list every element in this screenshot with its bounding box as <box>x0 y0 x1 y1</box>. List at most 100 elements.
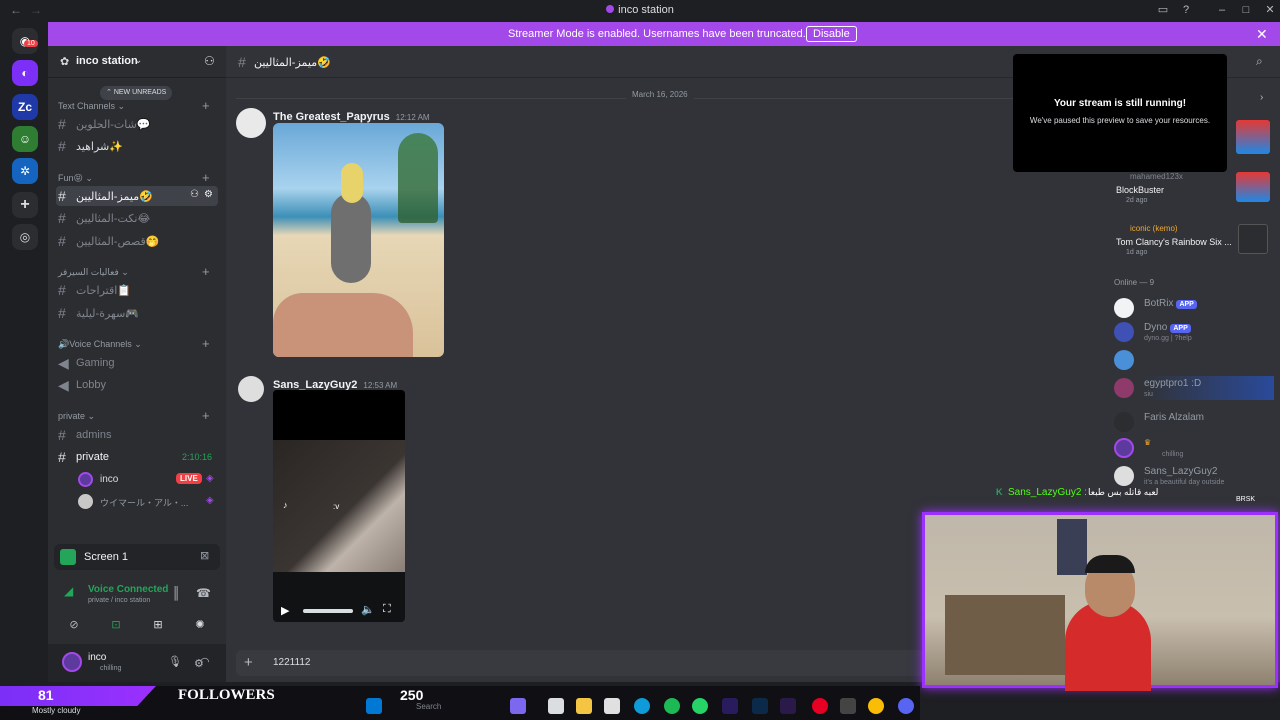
avatar[interactable] <box>236 108 266 138</box>
fullscreen-icon[interactable]: ⛶ <box>383 603 391 616</box>
taskbar-search[interactable]: Search <box>416 702 441 711</box>
avatar[interactable] <box>62 652 82 672</box>
share-screen-icon[interactable]: ⊡ <box>98 614 134 636</box>
discover-icon[interactable]: ◎ <box>12 224 38 250</box>
member-item[interactable]: egyptpro1 :D siu <box>1114 376 1280 404</box>
tiktok-icon: ♪ <box>283 500 288 510</box>
server-icon-zc[interactable]: Zc <box>12 94 38 120</box>
noise-suppression-icon[interactable]: ║ <box>172 586 181 600</box>
chevron-down-icon: ⌄ <box>134 55 143 66</box>
minimize-icon[interactable]: – <box>1214 3 1230 17</box>
server-icon-inco[interactable]: ◐ <box>12 60 38 86</box>
spotify-icon[interactable] <box>664 698 680 714</box>
disconnect-icon[interactable]: ☎ <box>196 586 211 600</box>
settings-gear-icon[interactable]: ⚙ <box>194 657 204 670</box>
add-attachment-icon[interactable]: + <box>244 654 253 671</box>
arrow-up-icon: ⌃ <box>106 89 114 96</box>
title-bar: ← → inco station ▭ ? – □ ✕ <box>0 0 1280 21</box>
inbox-icon[interactable]: ▭ <box>1155 3 1171 17</box>
member-item[interactable]: ♛ chilling <box>1114 436 1280 464</box>
add-member-icon[interactable]: ⚇ <box>190 189 199 200</box>
server-header[interactable]: ✿ inco station ⌄ ⚇ <box>48 46 226 78</box>
premiere-icon[interactable] <box>722 698 738 714</box>
volume-icon[interactable]: 🔈 <box>361 603 375 616</box>
category-arabic[interactable]: فعاليات السيرفر ⌄ <box>58 267 129 278</box>
activities-icon[interactable]: ⊞ <box>140 614 176 636</box>
calculator-icon[interactable] <box>604 698 620 714</box>
close-preview-icon[interactable]: ⊠ <box>200 549 209 562</box>
after-effects-icon[interactable] <box>780 698 796 714</box>
server-icon-globe[interactable]: ✲ <box>12 158 38 184</box>
new-unreads-pill[interactable]: ⌃ NEW UNREADS <box>100 86 173 100</box>
voice-user-item[interactable]: ウイマール・アル・... ◈ <box>78 493 218 511</box>
image-attachment[interactable] <box>273 123 444 357</box>
file-icon[interactable] <box>548 698 564 714</box>
avatar[interactable] <box>238 376 264 402</box>
category-private[interactable]: private ⌄ <box>58 411 95 422</box>
microphone-icon[interactable]: 🎙 <box>168 655 182 668</box>
category-text-channels[interactable]: Text Channels ⌄ <box>58 101 125 112</box>
voice-user-item[interactable]: inco LIVE ◈ <box>78 471 218 489</box>
edge-icon[interactable] <box>634 698 650 714</box>
channel-item-selected[interactable]: # ميمز-المثاليين🤣 ⚇ ⚙ <box>56 186 218 206</box>
window-title-text: inco station <box>618 4 674 16</box>
channel-label: admins <box>76 429 112 441</box>
channel-item[interactable]: # سهرة-ليلية🎮 <box>58 303 218 323</box>
message-input-value[interactable]: 1221112 <box>273 657 310 668</box>
add-channel-icon[interactable]: + <box>202 170 210 185</box>
category-fun[interactable]: Fun😝 ⌄ <box>58 173 93 184</box>
disable-button[interactable]: Disable <box>806 26 857 42</box>
channel-item[interactable]: # شراهيد✨ <box>58 136 218 156</box>
discord-icon[interactable] <box>898 698 914 714</box>
maximize-icon[interactable]: □ <box>1238 3 1254 17</box>
search-icon[interactable]: ⌕ <box>1256 54 1263 69</box>
member-item[interactable] <box>1114 348 1280 376</box>
voice-actions: ⊘ ⊡ ⊞ ✺ <box>56 614 220 636</box>
video-progress-bar[interactable] <box>303 609 353 613</box>
app-badge: APP <box>1170 324 1191 333</box>
voice-channel-item[interactable]: ◀ Lobby <box>58 375 218 395</box>
close-window-icon[interactable]: ✕ <box>1262 3 1278 17</box>
windows-start-icon[interactable] <box>366 698 382 714</box>
app-icon[interactable] <box>510 698 526 714</box>
category-label: فعاليات السيرفر <box>58 267 119 277</box>
avatar <box>1114 378 1134 398</box>
help-icon[interactable]: ? <box>1178 3 1194 17</box>
add-server-icon[interactable]: + <box>12 192 38 218</box>
server-icon-avatar[interactable]: ☺ <box>12 126 38 152</box>
member-status: dyno.gg | ?help <box>1144 335 1192 342</box>
member-item[interactable]: Faris Alzalam <box>1114 410 1280 438</box>
gear-icon[interactable]: ⚙ <box>204 189 213 200</box>
banner-close-icon[interactable]: ✕ <box>1256 26 1268 43</box>
category-voice-channels[interactable]: 🔊Voice Channels ⌄ <box>58 339 142 350</box>
folder-icon[interactable] <box>576 698 592 714</box>
avatar <box>1114 438 1134 458</box>
add-channel-icon[interactable]: + <box>202 408 210 423</box>
invite-people-icon[interactable]: ⚇ <box>204 54 215 68</box>
category-label: Text Channels <box>58 101 116 111</box>
add-channel-icon[interactable]: + <box>202 98 210 113</box>
camera-off-icon[interactable]: ⊘ <box>56 614 92 636</box>
member-item[interactable]: Dyno APP dyno.gg | ?help <box>1114 320 1280 348</box>
channel-item[interactable]: # قصص-المثاليين🤭 <box>58 231 218 251</box>
voice-channel-path[interactable]: private / inco station <box>88 597 150 604</box>
avatar <box>1114 322 1134 342</box>
screen-share-panel[interactable]: Screen 1 ⊠ <box>54 544 220 570</box>
add-channel-icon[interactable]: + <box>202 336 210 351</box>
play-icon[interactable]: ▶ <box>281 604 289 617</box>
soundboard-icon[interactable]: ✺ <box>182 614 218 636</box>
photoshop-icon[interactable] <box>752 698 768 714</box>
channel-item[interactable]: # نكت-المثاليين😂 <box>58 208 218 228</box>
whatsapp-icon[interactable] <box>692 698 708 714</box>
channel-item[interactable]: # اقتراحات📋 <box>58 280 218 300</box>
message-author[interactable]: The Greatest_Papyrus <box>273 111 390 123</box>
add-channel-icon[interactable]: + <box>202 264 210 279</box>
channel-item[interactable]: # شات-الحلوين💬 <box>58 114 218 134</box>
pinterest-icon[interactable] <box>812 698 828 714</box>
channel-item[interactable]: # private 2:10:16 <box>58 447 218 467</box>
steam-icon[interactable] <box>840 698 856 714</box>
channel-item[interactable]: # admins <box>58 425 218 445</box>
chrome-icon[interactable] <box>868 698 884 714</box>
video-attachment[interactable]: ♪ :v ▶ 🔈 ⛶ <box>273 390 405 622</box>
voice-channel-item[interactable]: ◀ Gaming <box>58 353 218 373</box>
